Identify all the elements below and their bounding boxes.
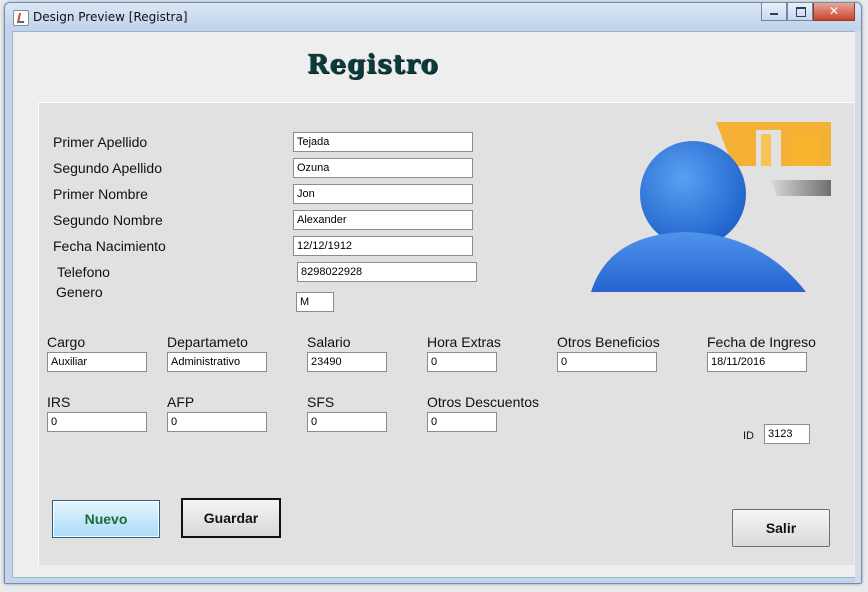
nuevo-button[interactable]: Nuevo xyxy=(52,500,160,538)
close-button[interactable] xyxy=(813,3,855,21)
segundo-apellido-input[interactable] xyxy=(293,158,473,178)
sfs-input[interactable] xyxy=(307,412,387,432)
label-departamento: Departameto xyxy=(167,334,248,350)
java-app-icon xyxy=(13,10,29,26)
label-afp: AFP xyxy=(167,394,195,410)
fecha-nacimiento-input[interactable] xyxy=(293,236,473,256)
label-cargo: Cargo xyxy=(47,334,86,350)
app-window: Design Preview [Registra] Registro xyxy=(4,2,862,584)
label-otros-beneficios: Otros Beneficios xyxy=(557,334,660,350)
label-primer-nombre: Primer Nombre xyxy=(53,186,148,202)
label-salario: Salario xyxy=(307,334,351,350)
label-genero: Genero xyxy=(56,284,103,300)
page-title: Registro xyxy=(307,50,439,80)
primer-apellido-input[interactable] xyxy=(293,132,473,152)
cargo-input[interactable] xyxy=(47,352,147,372)
departamento-input[interactable] xyxy=(167,352,267,372)
otros-beneficios-input[interactable] xyxy=(557,352,657,372)
label-primer-apellido: Primer Apellido xyxy=(53,134,148,150)
user-logo-icon xyxy=(591,122,831,292)
segundo-nombre-input[interactable] xyxy=(293,210,473,230)
title-bar[interactable]: Design Preview [Registra] xyxy=(5,3,861,31)
label-fecha-ingreso: Fecha de Ingreso xyxy=(707,334,816,350)
window-edge-scrollbar[interactable] xyxy=(855,31,861,583)
afp-input[interactable] xyxy=(167,412,267,432)
guardar-button[interactable]: Guardar xyxy=(181,498,281,538)
label-segundo-nombre: Segundo Nombre xyxy=(53,212,163,228)
window-title: Design Preview [Registra] xyxy=(33,10,188,24)
irs-input[interactable] xyxy=(47,412,147,432)
salir-button[interactable]: Salir xyxy=(732,509,830,547)
salario-input[interactable] xyxy=(307,352,387,372)
window-controls xyxy=(761,3,855,23)
telefono-input[interactable] xyxy=(297,262,477,282)
label-otros-descuentos: Otros Descuentos xyxy=(427,394,540,410)
label-irs: IRS xyxy=(47,394,71,410)
label-id: ID xyxy=(743,430,754,442)
label-segundo-apellido: Segundo Apellido xyxy=(53,160,162,176)
label-hora-extras: Hora Extras xyxy=(427,334,501,350)
fecha-ingreso-input[interactable] xyxy=(707,352,807,372)
maximize-button[interactable] xyxy=(787,3,813,21)
label-fecha-nacimiento: Fecha Nacimiento xyxy=(53,238,166,254)
label-telefono: Telefono xyxy=(57,264,110,280)
hora-extras-input[interactable] xyxy=(427,352,497,372)
otros-descuentos-input[interactable] xyxy=(427,412,497,432)
label-sfs: SFS xyxy=(307,394,335,410)
genero-input[interactable] xyxy=(296,292,334,312)
minimize-button[interactable] xyxy=(761,3,787,21)
id-input[interactable] xyxy=(764,424,810,444)
primer-nombre-input[interactable] xyxy=(293,184,473,204)
client-area: Registro Primer Apellido Tejada Segundo … xyxy=(12,31,856,578)
